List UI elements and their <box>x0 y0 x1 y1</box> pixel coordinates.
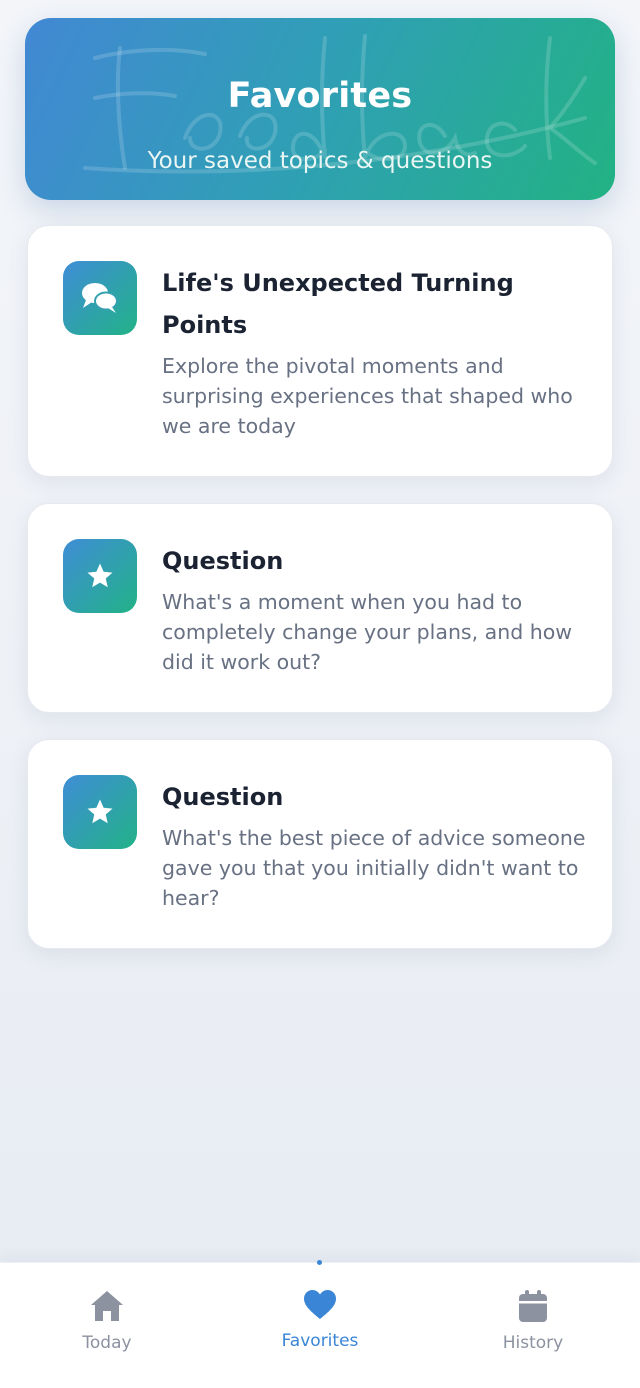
card-description: What's a moment when you had to complete… <box>162 590 573 674</box>
favorite-card[interactable]: Life's Unexpected Turning Points Explore… <box>27 225 613 477</box>
nav-item-favorites[interactable]: Favorites <box>240 1289 400 1351</box>
card-description: What's the best piece of advice someone … <box>162 826 586 910</box>
card-title: Question <box>162 547 284 575</box>
nav-label-favorites: Favorites <box>281 1331 359 1351</box>
favorites-header: Favorites Your saved topics & questions <box>25 18 615 200</box>
chat-bubbles-icon <box>63 261 137 335</box>
home-icon <box>91 1291 123 1321</box>
favorite-card[interactable]: Question What's a moment when you had to… <box>27 503 613 713</box>
calendar-icon <box>519 1290 547 1322</box>
bottom-nav: Today Favorites History <box>0 1260 640 1388</box>
favorite-card[interactable]: Question What's the best piece of advice… <box>27 739 613 949</box>
star-icon <box>63 775 137 849</box>
nav-item-history[interactable]: History <box>453 1289 613 1353</box>
card-description: Explore the pivotal moments and surprisi… <box>162 354 573 438</box>
nav-label-history: History <box>502 1333 564 1353</box>
card-title: Question <box>162 783 284 811</box>
nav-item-today[interactable]: Today <box>27 1289 187 1353</box>
page-subtitle: Your saved topics & questions <box>147 148 493 174</box>
active-indicator <box>317 1260 322 1265</box>
page-title: Favorites <box>227 76 413 116</box>
star-icon <box>63 539 137 613</box>
card-title: Life's Unexpected Turning Points <box>162 269 514 339</box>
nav-label-today: Today <box>82 1333 132 1353</box>
heart-icon <box>304 1290 336 1319</box>
